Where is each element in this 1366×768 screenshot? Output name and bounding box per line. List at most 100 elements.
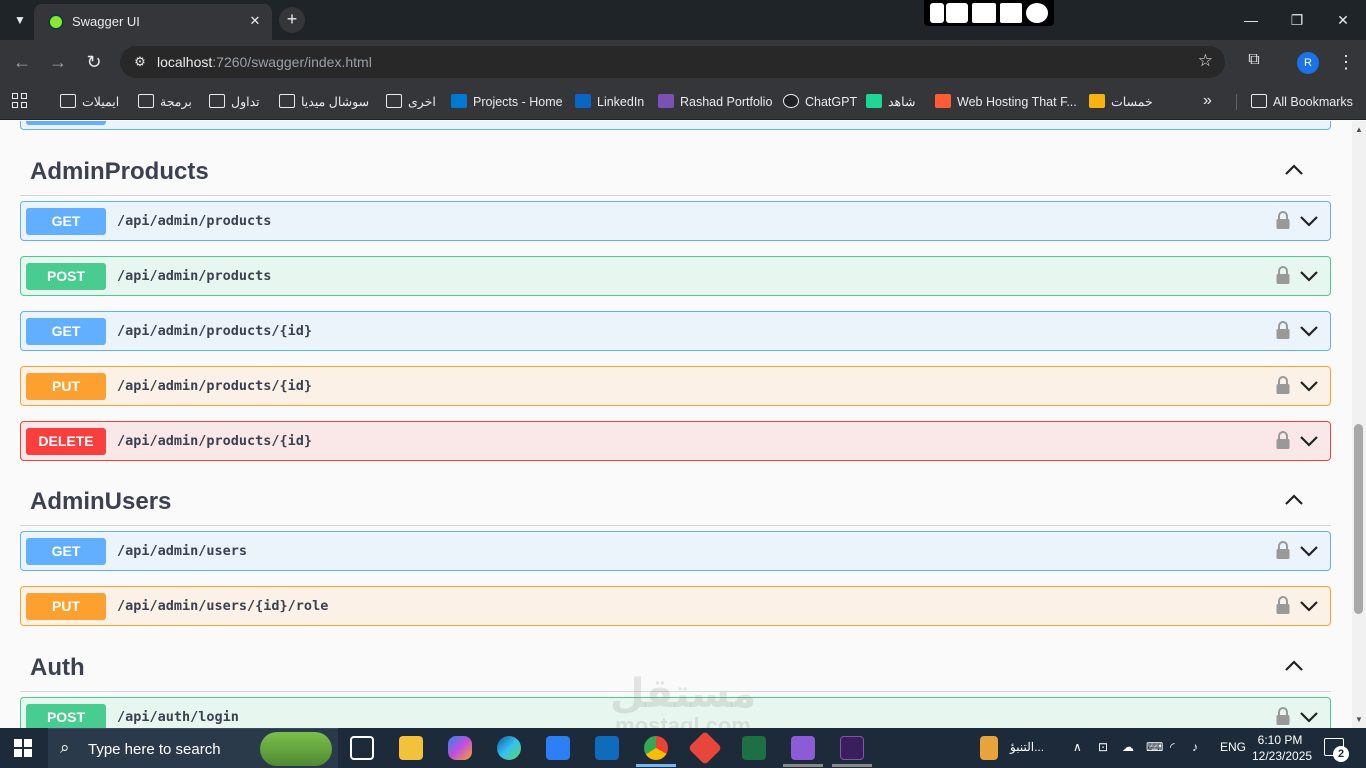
page-scrollbar[interactable]: ▲ ▼ <box>1352 121 1366 728</box>
bookmark-item[interactable]: تداول <box>209 92 260 112</box>
endpoint-path: /api/admin/users <box>117 543 248 559</box>
excel-icon[interactable] <box>742 736 766 760</box>
outlook-icon[interactable] <box>595 736 619 760</box>
taskbar-clock[interactable]: 6:10 PM 12/23/2025 <box>1252 732 1313 764</box>
address-bar[interactable]: ⚙ localhost:7260/swagger/index.html ☆ <box>120 46 1225 78</box>
opblock-get-products[interactable]: GET /api/admin/products <box>20 201 1331 241</box>
scroll-down-icon[interactable]: ▼ <box>1355 715 1363 724</box>
edge-icon[interactable] <box>497 736 521 760</box>
tab-search-button[interactable]: ▼ <box>10 10 30 30</box>
chevron-down-icon[interactable] <box>1298 375 1320 397</box>
bookmark-item[interactable]: Web Hosting That F... <box>935 92 1077 112</box>
bookmark-item[interactable]: Rashad Portfolio <box>658 92 772 112</box>
clock-date: 12/23/2025 <box>1252 749 1313 763</box>
gear-icon[interactable] <box>1026 3 1048 23</box>
apps-grid-icon[interactable] <box>12 93 28 109</box>
lock-icon[interactable] <box>1275 430 1291 450</box>
opblock-get-product-by-id[interactable]: GET /api/admin/products/{id} <box>20 311 1331 351</box>
section-title[interactable]: AdminUsers <box>30 488 171 516</box>
lock-icon[interactable] <box>1275 595 1291 615</box>
lock-icon[interactable] <box>1275 375 1291 395</box>
bookmark-item[interactable]: سوشال ميديا <box>279 92 369 112</box>
forward-button[interactable]: → <box>46 50 70 74</box>
site-info-icon[interactable]: ⚙ <box>130 52 150 72</box>
opblock-post-login[interactable]: POST /api/auth/login <box>20 697 1331 728</box>
lock-icon[interactable] <box>1275 210 1291 230</box>
lock-icon[interactable] <box>1275 320 1291 340</box>
chevron-up-icon[interactable] <box>1283 489 1305 511</box>
new-tab-button[interactable]: + <box>279 7 305 33</box>
chrome-icon[interactable] <box>644 736 668 760</box>
bookmark-item[interactable]: LinkedIn <box>575 92 644 112</box>
file-explorer-icon[interactable] <box>399 736 423 760</box>
camera-icon[interactable] <box>946 3 968 23</box>
extensions-icon[interactable]: ⧉ <box>1243 51 1265 73</box>
minimize-button[interactable]: — <box>1236 8 1266 32</box>
chevron-down-icon[interactable] <box>1298 595 1320 617</box>
opblock-get-users[interactable]: GET /api/admin/users <box>20 531 1331 571</box>
close-tab-icon[interactable]: ✕ <box>246 12 264 30</box>
bookmark-item[interactable]: اخرى <box>386 92 436 112</box>
visual-studio-icon[interactable] <box>791 736 815 760</box>
bookmark-item[interactable]: Projects - Home <box>451 92 563 112</box>
chevron-down-icon[interactable] <box>1298 706 1320 728</box>
bookmark-star-icon[interactable]: ☆ <box>1198 51 1213 71</box>
chevron-up-icon[interactable] <box>1283 159 1305 181</box>
task-view-icon[interactable] <box>350 736 374 760</box>
close-window-button[interactable]: ✕ <box>1328 8 1358 32</box>
chatgpt-icon <box>783 94 799 108</box>
section-title[interactable]: AdminProducts <box>30 158 209 186</box>
onedrive-icon[interactable]: ☁ <box>1122 740 1134 754</box>
bookmark-item[interactable]: برمجة <box>138 92 192 112</box>
lock-icon[interactable] <box>1275 706 1291 726</box>
terminal-icon[interactable] <box>840 736 864 760</box>
store-icon[interactable] <box>546 736 570 760</box>
video-icon[interactable] <box>972 3 996 23</box>
scroll-up-icon[interactable]: ▲ <box>1355 125 1363 134</box>
weather-label[interactable]: التنبؤ... <box>1010 740 1044 754</box>
browser-menu-icon[interactable]: ⋮ <box>1337 50 1355 74</box>
volume-icon[interactable]: ♪ <box>1192 740 1198 754</box>
bookmark-item[interactable]: شاهد <box>866 92 915 112</box>
active-tab[interactable]: Swagger UI ✕ <box>34 4 272 40</box>
opblock-post-products[interactable]: POST /api/admin/products <box>20 256 1331 296</box>
chevron-down-icon[interactable] <box>1298 430 1320 452</box>
method-badge: POST <box>26 263 106 290</box>
opblock-put-user-role[interactable]: PUT /api/admin/users/{id}/role <box>20 586 1331 626</box>
bookmark-item[interactable]: ChatGPT <box>783 92 857 112</box>
chevron-down-icon[interactable] <box>1298 265 1320 287</box>
opblock-put-product[interactable]: PUT /api/admin/products/{id} <box>20 366 1331 406</box>
windows-start-icon[interactable] <box>14 739 32 757</box>
taskbar-search-box[interactable]: ⌕ Type here to search <box>48 728 338 768</box>
copilot-icon[interactable] <box>448 736 472 760</box>
bookmark-item[interactable]: خمسات <box>1089 92 1153 112</box>
profile-avatar[interactable]: R <box>1297 52 1319 74</box>
lock-icon[interactable] <box>1275 265 1291 285</box>
git-icon[interactable] <box>688 731 722 765</box>
back-button[interactable]: ← <box>10 50 34 74</box>
weather-icon[interactable] <box>980 736 998 760</box>
language-indicator[interactable]: ENG <box>1220 740 1246 754</box>
wifi-icon[interactable]: ◜ <box>1170 740 1175 754</box>
keyboard-icon[interactable]: ⌨ <box>1146 740 1163 754</box>
all-bookmarks-button[interactable]: All Bookmarks <box>1251 92 1353 112</box>
chevron-down-icon[interactable] <box>1298 320 1320 342</box>
pin-icon[interactable] <box>930 3 944 23</box>
windows-icon[interactable] <box>1000 3 1022 23</box>
scrollbar-thumb[interactable] <box>1354 424 1363 614</box>
previous-opblock[interactable] <box>20 121 1331 130</box>
lock-icon[interactable] <box>1275 540 1291 560</box>
more-bookmarks-icon[interactable]: » <box>1203 92 1212 110</box>
url-text[interactable]: localhost:7260/swagger/index.html <box>157 54 372 70</box>
running-app-indicator <box>783 764 823 767</box>
meet-now-icon[interactable]: ⊡ <box>1098 740 1108 754</box>
restore-button[interactable]: ❐ <box>1282 8 1312 32</box>
section-title[interactable]: Auth <box>30 654 85 682</box>
chevron-up-icon[interactable]: ∧ <box>1073 740 1082 754</box>
chevron-down-icon[interactable] <box>1298 540 1320 562</box>
chevron-down-icon[interactable] <box>1298 210 1320 232</box>
chevron-up-icon[interactable] <box>1283 655 1305 677</box>
bookmark-item[interactable]: ايميلات <box>60 92 119 112</box>
opblock-delete-product[interactable]: DELETE /api/admin/products/{id} <box>20 421 1331 461</box>
reload-button[interactable]: ↻ <box>82 50 106 74</box>
